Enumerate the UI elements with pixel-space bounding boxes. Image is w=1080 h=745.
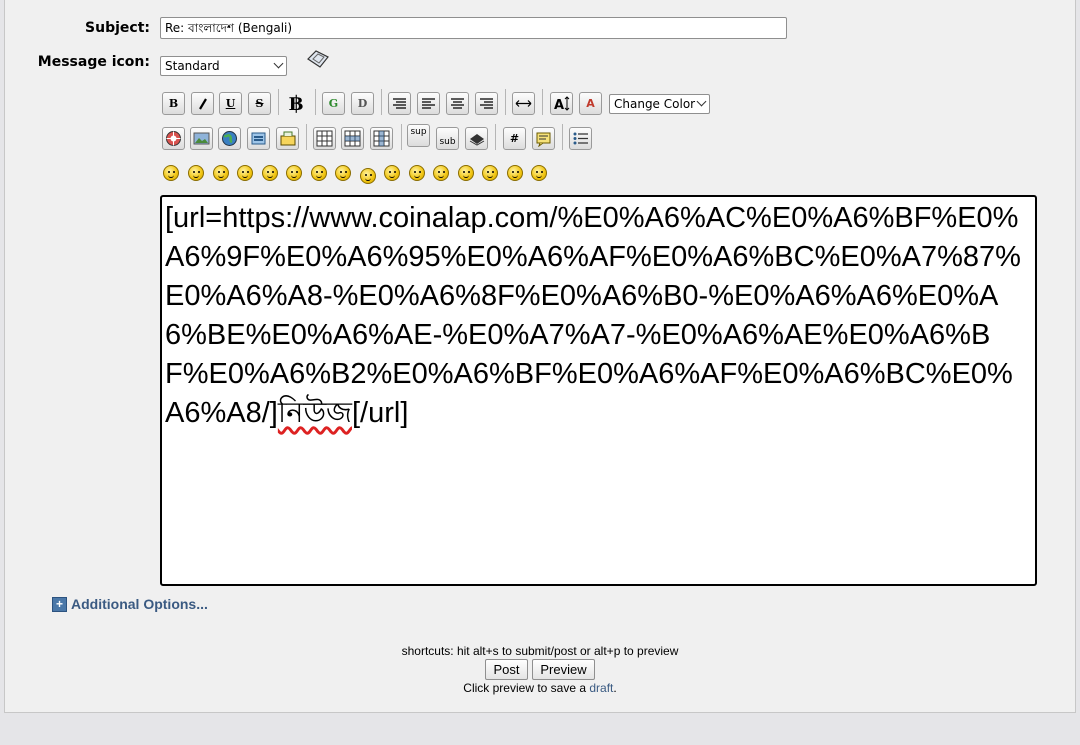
horizontal-arrow-icon — [515, 100, 532, 107]
italic-button[interactable] — [191, 92, 214, 115]
insert-link-button[interactable] — [218, 127, 241, 150]
align-pre-icon — [393, 98, 406, 109]
image-icon — [193, 132, 210, 145]
toolbar-separator — [562, 124, 563, 150]
cheesy-icon[interactable] — [213, 165, 229, 181]
align-left-icon — [422, 98, 435, 109]
globe-icon — [222, 131, 237, 146]
toolbar-separator — [315, 89, 316, 115]
additional-options-label: Additional Options... — [71, 596, 208, 612]
table-icon — [316, 130, 333, 147]
change-color-select-value: Change Color — [614, 97, 696, 111]
font-size-button[interactable]: A — [550, 92, 573, 115]
toolbar-separator — [505, 89, 506, 115]
toolbar-separator — [495, 124, 496, 150]
subject-input[interactable]: Re: বাংলাদেশ (Bengali) — [160, 17, 787, 39]
grin-icon[interactable] — [237, 165, 253, 181]
superscript-button[interactable]: sup — [407, 124, 430, 147]
subject-label: Subject: — [85, 20, 150, 36]
typewriter-icon — [469, 133, 484, 146]
font-size-icon: A — [554, 96, 570, 111]
preformatted-button[interactable] — [388, 92, 411, 115]
align-center-button[interactable] — [446, 92, 469, 115]
shortcuts-hint: shortcuts: hit alt+s to submit/post or a… — [401, 644, 679, 658]
align-center-icon — [451, 98, 464, 109]
lips-sealed-icon[interactable] — [458, 165, 474, 181]
align-left-button[interactable] — [417, 92, 440, 115]
insert-list-button[interactable] — [569, 127, 592, 150]
toolbar-separator — [278, 89, 279, 115]
insert-table-row-button[interactable] — [341, 127, 364, 150]
cry-icon[interactable] — [531, 165, 547, 181]
message-textarea[interactable]: [url=https://www.coinalap.com/%E0%A6%AC%… — [160, 195, 1037, 586]
undecided-icon[interactable] — [482, 165, 498, 181]
underline-button[interactable]: U — [219, 92, 242, 115]
rolleyes-icon[interactable] — [384, 165, 400, 181]
message-text-end: [/url] — [351, 397, 409, 429]
expand-plus-icon: + — [52, 596, 67, 612]
message-text: [url=https://www.coinalap.com/%E0%A6%AC%… — [165, 202, 1021, 429]
list-icon — [573, 132, 588, 145]
chevron-down-icon — [273, 58, 284, 69]
toolbar-separator — [542, 89, 543, 115]
chevron-down-icon — [696, 96, 707, 107]
table-column-icon — [373, 130, 390, 147]
italic-icon — [198, 97, 207, 110]
message-icon-label: Message icon: — [37, 54, 150, 70]
glow-button[interactable]: G — [322, 92, 345, 115]
insert-table-column-button[interactable] — [370, 127, 393, 150]
message-icon-select-value: Standard — [165, 59, 220, 73]
shocked-icon[interactable] — [311, 165, 327, 181]
bold-button[interactable]: B — [162, 92, 185, 115]
toolbar-separator — [306, 124, 307, 150]
align-right-button[interactable] — [475, 92, 498, 115]
table-row-icon — [344, 130, 361, 147]
draft-link[interactable]: draft — [589, 681, 613, 695]
kiss-icon[interactable] — [507, 165, 523, 181]
post-button[interactable]: Post — [485, 659, 528, 680]
insert-ftp-button[interactable] — [247, 127, 270, 150]
cool-icon[interactable] — [335, 165, 351, 181]
toolbar-separator — [401, 124, 402, 150]
sad-icon[interactable] — [286, 165, 302, 181]
font-color-button[interactable]: A — [579, 92, 602, 115]
angry-icon[interactable] — [262, 165, 278, 181]
embarrassed-icon[interactable] — [433, 165, 449, 181]
additional-options-toggle[interactable]: + Additional Options... — [52, 596, 208, 612]
subscript-button[interactable]: sub — [436, 127, 459, 150]
align-right-icon — [480, 98, 493, 109]
insert-quote-button[interactable] — [532, 127, 555, 150]
draft-note-text: Click preview to save a — [463, 681, 590, 695]
strikethrough-button[interactable]: S — [248, 92, 271, 115]
quote-icon — [536, 132, 551, 147]
misspelled-word: নিউজ — [277, 397, 352, 429]
wink-icon[interactable] — [188, 165, 204, 181]
insert-table-button[interactable] — [313, 127, 336, 150]
ftp-icon — [251, 132, 266, 145]
email-icon — [280, 131, 295, 146]
huh-icon[interactable] — [360, 168, 376, 184]
draft-note-period: . — [613, 681, 617, 695]
smiley-icon[interactable] — [163, 165, 179, 181]
horizontal-rule-button[interactable] — [512, 92, 535, 115]
flash-icon — [166, 131, 181, 146]
message-icon-preview-icon — [307, 50, 329, 68]
toolbar-separator — [381, 89, 382, 115]
tongue-icon[interactable] — [409, 165, 425, 181]
flash-button[interactable] — [162, 127, 185, 150]
change-color-select[interactable]: Change Color — [609, 94, 710, 114]
insert-code-button[interactable]: # — [503, 127, 526, 150]
svg-text:A: A — [554, 98, 564, 111]
bitcoin-button[interactable]: ฿ — [284, 90, 308, 116]
preview-button[interactable]: Preview — [532, 659, 595, 680]
insert-email-button[interactable] — [276, 127, 299, 150]
message-icon-select[interactable]: Standard — [160, 56, 287, 76]
insert-image-button[interactable] — [190, 127, 213, 150]
draft-note: Click preview to save a draft. — [0, 681, 1080, 695]
shadow-button[interactable]: D — [351, 92, 374, 115]
teletype-button[interactable] — [465, 127, 488, 150]
